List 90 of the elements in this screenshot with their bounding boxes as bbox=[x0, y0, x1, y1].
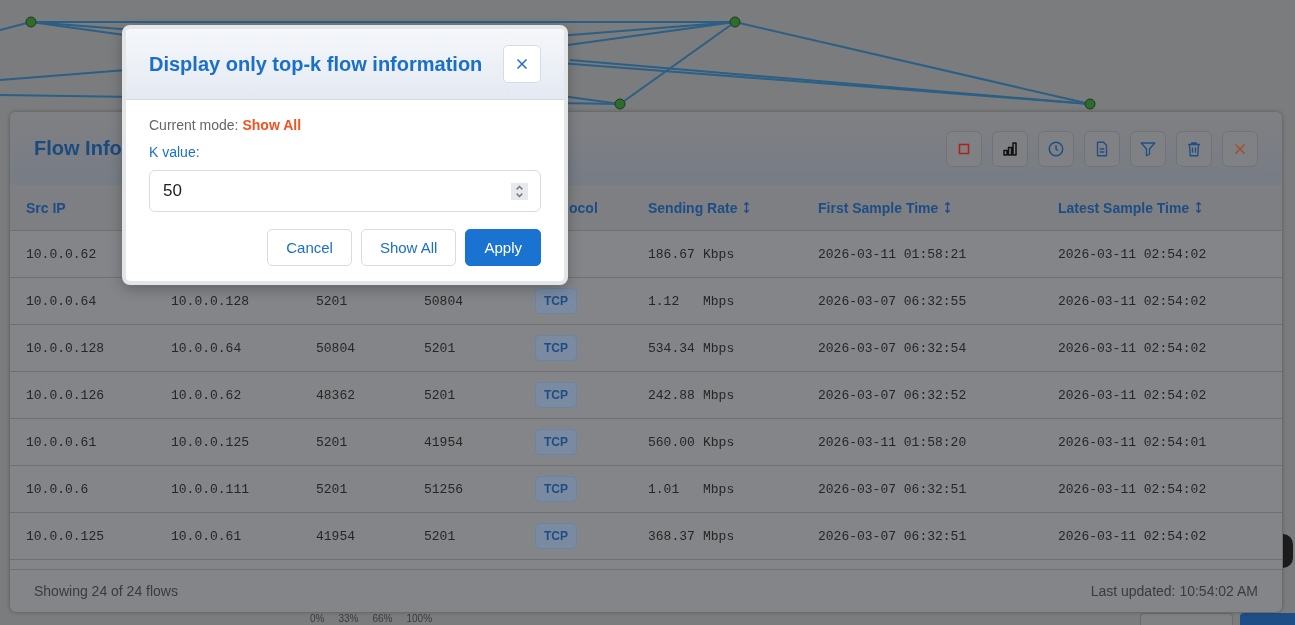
table-cell-text: 368.37 Mbps bbox=[648, 528, 736, 544]
table-cell-text: 534.34 Mbps bbox=[648, 340, 736, 356]
field-label: K value: bbox=[149, 144, 201, 160]
column-header[interactable]: Sending Rate bbox=[648, 199, 754, 216]
table-cell-text: 2026-03-07 06:32:52 bbox=[818, 387, 968, 403]
table-cell-text: 1.01 Mbps bbox=[648, 481, 736, 497]
round-button[interactable] bbox=[1283, 534, 1293, 568]
trash-button[interactable] bbox=[1176, 130, 1212, 167]
graph-node[interactable] bbox=[729, 16, 741, 28]
protocol-tag: TCP bbox=[535, 476, 577, 502]
partial-button[interactable] bbox=[1240, 613, 1295, 625]
table-cell-text: 5201 bbox=[424, 340, 457, 356]
table-cell-text: 2026-03-07 06:32:51 bbox=[818, 528, 968, 544]
stop-button[interactable] bbox=[946, 130, 982, 167]
last-updated: Last updated: 10:54:02 AM bbox=[1090, 583, 1258, 599]
filter-icon bbox=[1139, 139, 1157, 158]
column-header[interactable]: Src IP bbox=[26, 199, 66, 216]
table-cell-text: 2026-03-11 02:54:02 bbox=[1058, 481, 1208, 497]
table-cell-text: 10.0.0.62 bbox=[171, 387, 243, 403]
flow-count: Showing 24 of 24 flows bbox=[34, 583, 178, 599]
table-cell-text: 10.0.0.64 bbox=[26, 293, 98, 309]
legend-label: 100% bbox=[406, 613, 433, 624]
table-cell-text: 186.67 Kbps bbox=[648, 246, 736, 262]
table-cell-text: 10.0.0.6 bbox=[26, 481, 90, 497]
table-cell-text: 10.0.0.128 bbox=[26, 340, 105, 356]
table-cell-text: 2026-03-11 02:54:02 bbox=[1058, 387, 1208, 403]
table-cell-text: 10.0.0.64 bbox=[171, 340, 243, 356]
table-cell-text: 2026-03-11 02:54:01 bbox=[1058, 434, 1208, 450]
table-cell-text: 10.0.0.128 bbox=[171, 293, 250, 309]
legend-label: 66% bbox=[372, 613, 393, 624]
clock-button[interactable] bbox=[1038, 130, 1074, 167]
bar-chart-icon bbox=[1001, 139, 1019, 158]
table-cell-text: 5201 bbox=[316, 434, 349, 450]
column-header[interactable]: Latest Sample Time bbox=[1058, 199, 1206, 216]
protocol-tag: TCP bbox=[535, 429, 577, 455]
input-field[interactable] bbox=[1140, 613, 1233, 625]
table-cell-text: 242.88 Mbps bbox=[648, 387, 736, 403]
table-cell-text: 560.00 Kbps bbox=[648, 434, 736, 450]
table-cell-text: 2026-03-11 02:54:02 bbox=[1058, 340, 1208, 356]
dialog-button[interactable]: Cancel bbox=[267, 229, 352, 266]
table-cell-text: 50804 bbox=[316, 340, 356, 356]
protocol-tag: TCP bbox=[535, 288, 577, 314]
mode-label: Current mode: bbox=[149, 117, 239, 133]
k-value-field[interactable]: 50 bbox=[149, 170, 541, 212]
mode-value: Show All bbox=[242, 117, 302, 133]
trash-icon bbox=[1185, 139, 1203, 158]
table-cell-text: 41954 bbox=[316, 528, 356, 544]
table-cell-text: 2026-03-11 02:54:02 bbox=[1058, 293, 1208, 309]
graph-node[interactable] bbox=[614, 98, 626, 110]
chart-button[interactable] bbox=[992, 130, 1028, 167]
document-button[interactable] bbox=[1084, 130, 1120, 167]
dialog-title: Display only top-k flow information bbox=[149, 52, 483, 76]
table-cell-text: 2026-03-07 06:32:51 bbox=[818, 481, 968, 497]
table-cell-text: 5201 bbox=[424, 387, 457, 403]
table-cell-text: 50804 bbox=[424, 293, 464, 309]
table-cell-text: 10.0.0.61 bbox=[171, 528, 243, 544]
clock-icon bbox=[1047, 139, 1065, 158]
dialog-button[interactable]: Apply bbox=[465, 229, 541, 266]
protocol-tag: TCP bbox=[535, 523, 577, 549]
table-cell-text: 10.0.0.61 bbox=[26, 434, 98, 450]
table-cell-text: 2026-03-07 06:32:54 bbox=[818, 340, 968, 356]
protocol-tag: TCP bbox=[535, 335, 577, 361]
table-cell-text: 2026-03-11 02:54:02 bbox=[1058, 246, 1208, 262]
column-header[interactable]: First Sample Time bbox=[818, 199, 955, 216]
table-cell-text: 48362 bbox=[316, 387, 356, 403]
table-cell-text: 5201 bbox=[316, 481, 349, 497]
close-button[interactable] bbox=[1222, 130, 1258, 167]
table-cell-text: 10.0.0.125 bbox=[26, 528, 105, 544]
table-cell-text: 2026-03-11 01:58:21 bbox=[818, 246, 968, 262]
legend-label: 33% bbox=[338, 613, 359, 624]
table-cell-text: 41954 bbox=[424, 434, 464, 450]
table-cell-text: 51256 bbox=[424, 481, 464, 497]
panel-title: Flow Info bbox=[34, 137, 122, 160]
protocol-tag: TCP bbox=[535, 382, 577, 408]
dialog-button[interactable]: Show All bbox=[360, 229, 457, 266]
table-cell-text: 2026-03-11 01:58:20 bbox=[818, 434, 968, 450]
table-cell-text: 2026-03-11 02:54:02 bbox=[1058, 528, 1208, 544]
spinner-icon bbox=[511, 182, 528, 200]
graph-node[interactable] bbox=[25, 16, 37, 28]
table-cell-text: 2026-03-07 06:32:55 bbox=[818, 293, 968, 309]
table-cell-text: 10.0.0.111 bbox=[171, 481, 250, 497]
table-cell-text: 10.0.0.126 bbox=[26, 387, 105, 403]
column-header[interactable]: ocol bbox=[569, 199, 598, 216]
table-cell-text: 5201 bbox=[424, 528, 457, 544]
filter-button[interactable] bbox=[1130, 130, 1166, 167]
table-cell-text: 5201 bbox=[316, 293, 349, 309]
graph-node[interactable] bbox=[1084, 98, 1096, 110]
table-cell-text: 10.0.0.125 bbox=[171, 434, 250, 450]
table-cell-text: 10.0.0.62 bbox=[26, 246, 98, 262]
table-cell-text: 1.12 Mbps bbox=[648, 293, 736, 309]
